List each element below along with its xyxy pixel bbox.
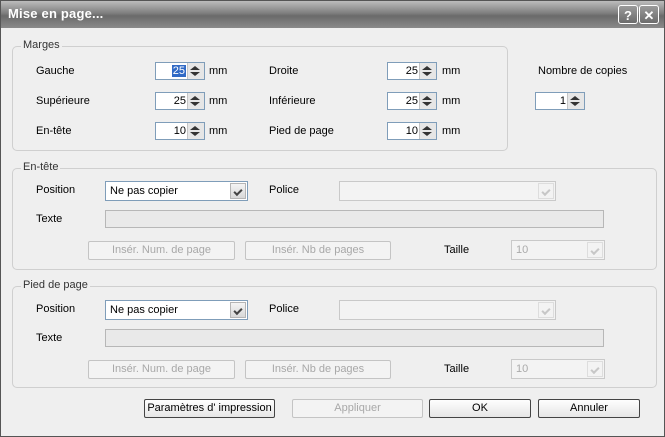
title-bar[interactable]: Mise en page... ? ✕ — [1, 1, 664, 28]
chevron-down-icon[interactable] — [230, 183, 246, 199]
header-margin-unit: mm — [209, 125, 228, 137]
left-margin-label: Gauche — [36, 65, 75, 77]
footer-insert-page-count-button[interactable]: Insér. Nb de pages — [245, 360, 391, 379]
footer-legend: Pied de page — [21, 279, 90, 291]
left-margin-spinner[interactable]: 25 — [155, 62, 205, 80]
chevron-down-icon[interactable] — [587, 242, 603, 258]
chevron-down-icon[interactable] — [230, 302, 246, 318]
header-size-label: Taille — [444, 244, 470, 256]
footer-margin-spinner[interactable]: 10 — [387, 122, 437, 140]
chevron-down-icon[interactable] — [538, 302, 554, 318]
help-button[interactable]: ? — [618, 5, 638, 24]
header-insert-page-num-button[interactable]: Insér. Num. de page — [88, 241, 235, 260]
page-setup-dialog: Mise en page... ? ✕ Marges Gauche 25 mm … — [0, 0, 665, 437]
header-position-value: Ne pas copier — [110, 185, 178, 197]
footer-font-select[interactable] — [339, 300, 556, 320]
left-margin-value[interactable]: 25 — [171, 65, 186, 77]
header-text-field[interactable] — [105, 210, 604, 228]
chevron-down-icon[interactable] — [587, 361, 603, 377]
right-margin-label: Droite — [269, 65, 299, 77]
bottom-margin-label: Inférieure — [269, 95, 316, 107]
bottom-margin-unit: mm — [442, 95, 461, 107]
spin-arrows-icon[interactable] — [187, 63, 204, 79]
header-insert-page-count-button[interactable]: Insér. Nb de pages — [245, 241, 391, 260]
footer-size-select[interactable]: 10 — [511, 359, 605, 379]
apply-button[interactable]: Appliquer — [292, 399, 423, 418]
copies-value[interactable]: 1 — [560, 95, 566, 107]
spin-arrows-icon[interactable] — [187, 93, 204, 109]
right-margin-value[interactable]: 25 — [406, 65, 418, 77]
footer-margin-unit: mm — [442, 125, 461, 137]
header-position-label: Position — [36, 184, 76, 196]
top-margin-spinner[interactable]: 25 — [155, 92, 205, 110]
spin-arrows-icon[interactable] — [419, 63, 436, 79]
top-margin-unit: mm — [209, 95, 228, 107]
ok-button[interactable]: OK — [429, 399, 531, 418]
left-margin-unit: mm — [209, 65, 228, 77]
header-margin-label: En-tête — [36, 125, 72, 137]
header-margin-spinner[interactable]: 10 — [155, 122, 205, 140]
footer-position-value: Ne pas copier — [110, 304, 178, 316]
header-size-select[interactable]: 10 — [511, 240, 605, 260]
spin-arrows-icon[interactable] — [187, 123, 204, 139]
cancel-button[interactable]: Annuler — [538, 399, 640, 418]
footer-text-label: Texte — [36, 332, 63, 344]
footer-position-select[interactable]: Ne pas copier — [105, 300, 248, 320]
close-button[interactable]: ✕ — [639, 5, 659, 24]
margins-legend: Marges — [21, 39, 62, 51]
top-margin-value[interactable]: 25 — [174, 95, 186, 107]
window-title: Mise en page... — [8, 6, 104, 21]
footer-size-label: Taille — [444, 363, 470, 375]
right-margin-unit: mm — [442, 65, 461, 77]
footer-position-label: Position — [36, 303, 76, 315]
top-margin-label: Supérieure — [36, 95, 90, 107]
bottom-margin-value[interactable]: 25 — [406, 95, 418, 107]
bottom-margin-spinner[interactable]: 25 — [387, 92, 437, 110]
print-settings-button[interactable]: Paramètres d' impression — [144, 399, 275, 418]
header-font-label: Police — [269, 184, 299, 196]
spin-arrows-icon[interactable] — [419, 93, 436, 109]
footer-text-field[interactable] — [105, 329, 604, 347]
footer-margin-label: Pied de page — [269, 125, 334, 137]
header-text-label: Texte — [36, 213, 63, 225]
header-margin-value[interactable]: 10 — [174, 125, 186, 137]
footer-size-value: 10 — [516, 363, 529, 375]
header-font-select[interactable] — [339, 181, 556, 201]
copies-label: Nombre de copies — [538, 65, 628, 77]
header-position-select[interactable]: Ne pas copier — [105, 181, 248, 201]
footer-margin-value[interactable]: 10 — [406, 125, 418, 137]
footer-font-label: Police — [269, 303, 299, 315]
spin-arrows-icon[interactable] — [567, 93, 584, 109]
footer-insert-page-num-button[interactable]: Insér. Num. de page — [88, 360, 235, 379]
spin-arrows-icon[interactable] — [419, 123, 436, 139]
copies-spinner[interactable]: 1 — [535, 92, 585, 110]
chevron-down-icon[interactable] — [538, 183, 554, 199]
header-legend: En-tête — [21, 161, 61, 173]
header-size-value: 10 — [516, 244, 529, 256]
right-margin-spinner[interactable]: 25 — [387, 62, 437, 80]
